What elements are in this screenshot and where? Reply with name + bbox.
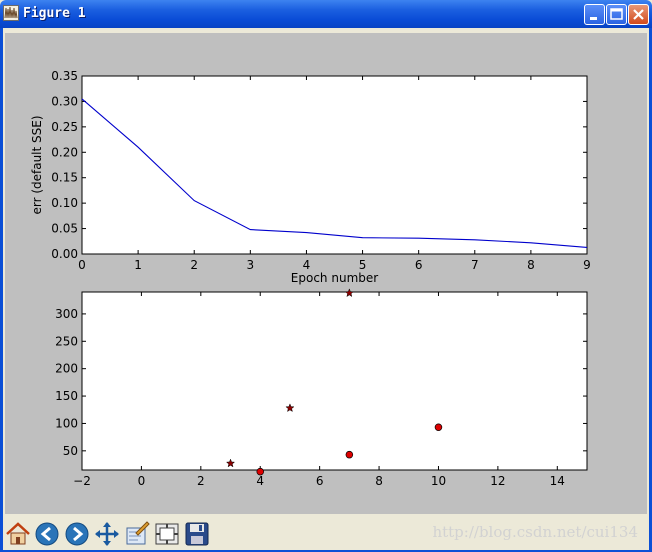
zoom-rect-icon [126,521,150,545]
back-button[interactable] [32,519,62,549]
watermark-text: http://blog.csdn.net/cui134 [432,523,638,541]
x-axis-label: Epoch number [291,271,378,285]
maximize-button[interactable] [606,4,627,25]
y-tick-label: 300 [55,307,78,321]
title-bar[interactable]: Figure 1 [0,0,652,28]
home-button[interactable] [3,519,33,549]
x-tick-label: 3 [247,258,255,272]
y-tick-label: 250 [55,334,78,348]
y-tick-label: 0.10 [51,196,78,210]
maximize-icon [610,8,623,20]
forward-arrow-icon [65,522,89,546]
x-tick-label: 9 [583,258,591,272]
y-tick-label: 0.35 [51,69,78,83]
y-tick-label: 0.20 [51,145,78,159]
y-tick-label: 0.00 [51,247,78,261]
x-tick-label: 4 [303,258,311,272]
x-tick-label: 8 [527,258,535,272]
subplots-icon [155,523,179,545]
y-tick-label: 100 [55,416,78,430]
scatter-plot-area [81,291,588,471]
y-tick-label: 150 [55,389,78,403]
x-tick-label: 5 [359,258,367,272]
x-tick-label: 1 [134,258,142,272]
circle-marker [434,423,443,432]
y-tick-label: 0.05 [51,222,78,236]
forward-button[interactable] [62,519,92,549]
y-tick-label: 0.25 [51,120,78,134]
subplots-button[interactable] [152,519,182,549]
x-tick-label: 6 [415,258,423,272]
save-button[interactable] [182,519,212,549]
figure-canvas[interactable]: 0 1 2 3 4 5 6 7 8 9 0.00 0.05 0.10 0.15 0.20 0.25 0.30 0.… [5,33,647,514]
window-title: Figure 1 [23,6,86,21]
pan-arrows-icon [95,522,119,546]
minimize-button[interactable] [584,4,605,25]
y-tick-label: 0.15 [51,171,78,185]
circle-marker [256,467,264,476]
x-tick-label: 12 [490,474,505,488]
home-icon [6,522,30,545]
line-chart-axes: 0 1 2 3 4 5 6 7 8 9 0.00 0.05 0.10 0.15 0.20 0.25 0.30 0.… [30,69,591,285]
x-tick-label: −2 [73,474,91,488]
x-tick-label: 10 [431,474,446,488]
line-chart-plot-area [81,75,588,255]
x-tick-label: 2 [197,474,205,488]
scatter-chart-axes: −2 0 2 4 6 8 10 12 14 50 100 150 200 250 300 [55,288,588,488]
y-tick-label: 50 [63,444,78,458]
y-axis-label: err (default SSE) [30,115,44,214]
minimize-icon [590,17,597,20]
y-tick-label: 200 [55,362,78,376]
x-tick-label: 0 [138,474,146,488]
back-arrow-icon [35,522,59,546]
y-tick-label: 0.30 [51,94,78,108]
x-tick-label: 7 [471,258,479,272]
x-tick-label: 4 [256,474,264,488]
x-tick-label: 6 [316,474,324,488]
x-tick-label: 8 [375,474,383,488]
floppy-disk-icon [185,522,209,546]
pan-button[interactable] [92,519,122,549]
matplotlib-icon[interactable] [3,5,19,21]
x-tick-label: 14 [550,474,565,488]
circle-marker [345,450,354,459]
figure-svg: 0 1 2 3 4 5 6 7 8 90.000.050.100.150.200.250.300.… [30,69,591,488]
zoom-button[interactable] [122,519,152,549]
close-button[interactable] [628,4,649,25]
x-tick-label: 0 [78,258,86,272]
close-icon [633,9,644,20]
x-tick-label: 2 [190,258,198,272]
